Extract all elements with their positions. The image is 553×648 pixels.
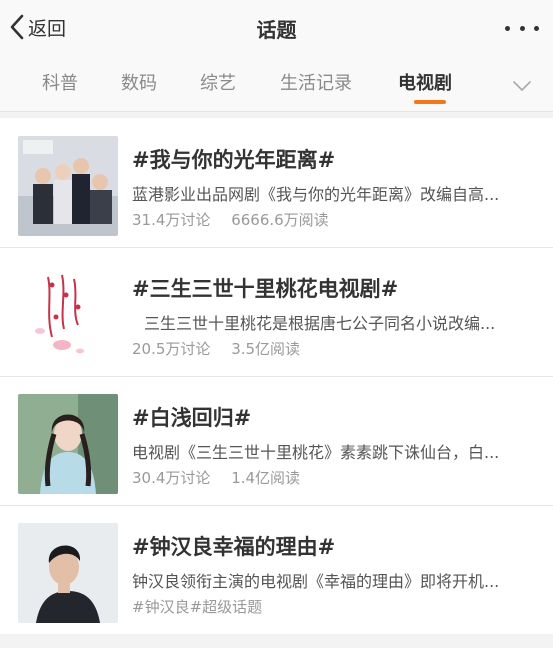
chevron-down-icon[interactable] — [513, 77, 531, 96]
page-title: 话题 — [256, 18, 297, 42]
tab-digital[interactable]: 数码 — [121, 56, 157, 112]
topic-item[interactable]: #我与你的光年距离# 蓝港影业出品网剧《我与你的光年距离》改编自高... 31.… — [0, 118, 553, 247]
topic-item[interactable]: #钟汉良幸福的理由# 钟汉良领衔主演的电视剧《幸福的理由》即将开机... #钟汉… — [0, 505, 553, 634]
topic-stats: 31.4万讨论 6666.6万阅读 — [132, 209, 345, 230]
more-options-button[interactable] — [505, 18, 539, 38]
topic-thumbnail — [18, 136, 118, 236]
active-tab-indicator — [414, 100, 446, 104]
topic-list: #我与你的光年距离# 蓝港影业出品网剧《我与你的光年距离》改编自高... 31.… — [0, 118, 553, 634]
topic-description: 三生三世十里桃花是根据唐七公子同名小说改编... — [144, 314, 496, 333]
topic-thumbnail — [18, 523, 118, 623]
topic-item[interactable]: #三生三世十里桃花电视剧# 三生三世十里桃花是根据唐七公子同名小说改编... 2… — [0, 247, 553, 376]
topic-item[interactable]: #白浅回归# 电视剧《三生三世十里桃花》素素跳下诛仙台，白... 30.4万讨论… — [0, 376, 553, 505]
topic-description: 钟汉良领衔主演的电视剧《幸福的理由》即将开机... — [132, 572, 500, 591]
category-tabs: 科普 数码 综艺 生活记录 电视剧 — [0, 56, 553, 112]
tab-variety[interactable]: 综艺 — [200, 56, 236, 112]
topic-stats: 20.5万讨论 3.5亿阅读 — [132, 338, 316, 359]
list-footer-divider — [0, 634, 553, 648]
topic-thumbnail — [18, 394, 118, 494]
more-dots-icon — [519, 25, 525, 31]
discussion-count: 31.4万讨论 — [132, 211, 211, 229]
topic-description: 蓝港影业出品网剧《我与你的光年距离》改编自高... — [132, 185, 500, 204]
read-count: 1.4亿阅读 — [231, 469, 301, 487]
topic-title: #白浅回归# — [132, 406, 252, 430]
read-count: 3.5亿阅读 — [231, 340, 301, 358]
tab-science[interactable]: 科普 — [42, 56, 78, 112]
topic-stats: 30.4万讨论 1.4亿阅读 — [132, 467, 316, 488]
read-count: 6666.6万阅读 — [231, 211, 329, 229]
navigation-bar: 返回 话题 — [0, 0, 553, 56]
more-dots-icon — [534, 25, 539, 31]
more-dots-icon — [505, 25, 510, 31]
discussion-count: 20.5万讨论 — [132, 340, 211, 358]
topic-title: #我与你的光年距离# — [132, 148, 336, 172]
topic-thumbnail — [18, 265, 118, 365]
discussion-count: 30.4万讨论 — [132, 469, 211, 487]
topic-description: 电视剧《三生三世十里桃花》素素跳下诛仙台，白... — [132, 443, 500, 462]
topic-title: #三生三世十里桃花电视剧# — [132, 277, 399, 301]
topic-title: #钟汉良幸福的理由# — [132, 535, 336, 559]
topic-tags: #钟汉良#超级话题 — [132, 598, 263, 616]
tab-life-record[interactable]: 生活记录 — [280, 56, 352, 112]
